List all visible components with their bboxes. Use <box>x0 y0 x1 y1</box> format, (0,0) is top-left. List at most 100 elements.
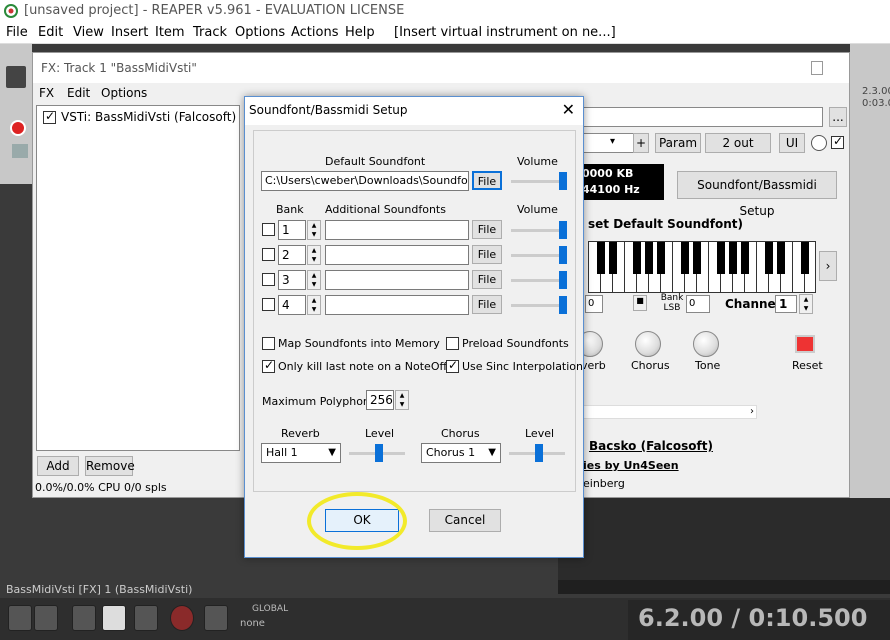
stop-button[interactable] <box>72 605 96 631</box>
bank-1-file-button[interactable]: File <box>472 220 502 239</box>
close-icon[interactable]: ✕ <box>562 100 575 119</box>
record-arm-icon[interactable] <box>10 120 26 136</box>
ui-button[interactable]: UI <box>779 133 805 153</box>
menu-help[interactable]: Help <box>345 25 375 40</box>
bank-2-checkbox[interactable] <box>262 248 275 261</box>
reset-label[interactable]: Reset <box>792 359 823 372</box>
black-key[interactable] <box>765 242 773 274</box>
menu-insert[interactable]: Insert <box>111 25 148 40</box>
bank-4-number[interactable]: 4 <box>278 295 306 315</box>
fx-chain-list[interactable]: VSTi: BassMidiVsti (Falcosoft) <box>36 105 240 451</box>
bank-3-stepper[interactable]: ▲ ▼ <box>307 270 321 290</box>
fx-menu-options[interactable]: Options <box>101 86 147 100</box>
bank-4-volume-slider[interactable] <box>511 295 567 315</box>
bank-4-checkbox[interactable] <box>262 298 275 311</box>
loop-button[interactable] <box>204 605 228 631</box>
preset-more-button[interactable]: ... <box>829 107 847 127</box>
fx-menu-fx[interactable]: FX <box>39 86 54 100</box>
fx-icon[interactable] <box>12 144 28 158</box>
program-stepper[interactable]: ■ <box>633 295 647 311</box>
menu-actions[interactable]: Actions <box>291 25 339 40</box>
remove-fx-button[interactable]: Remove <box>85 456 135 476</box>
plugin-enable-checkbox[interactable] <box>43 109 56 124</box>
menu-view[interactable]: View <box>73 25 104 40</box>
first-aid-icon[interactable] <box>795 335 815 353</box>
menu-insert-vi-hint[interactable]: [Insert virtual instrument on ne...] <box>394 25 616 40</box>
cancel-button[interactable]: Cancel <box>429 509 501 532</box>
chorus-level-slider[interactable] <box>509 443 565 463</box>
default-volume-slider[interactable] <box>511 171 567 191</box>
bank-1-stepper[interactable]: ▲ ▼ <box>307 220 321 240</box>
bank-lsb-field[interactable]: 0 <box>686 295 710 313</box>
bank-1-checkbox[interactable] <box>262 223 275 236</box>
tone-knob[interactable] <box>693 331 719 357</box>
black-key[interactable] <box>681 242 689 274</box>
bank-3-file-button[interactable]: File <box>472 270 502 289</box>
credit-libs-link[interactable]: ies by Un4Seen <box>583 459 679 472</box>
bank-3-number[interactable]: 3 <box>278 270 306 290</box>
add-preset-button[interactable]: + <box>633 133 649 153</box>
pin-icon[interactable] <box>811 61 823 75</box>
sinc-interpolation-checkbox[interactable] <box>446 358 459 373</box>
black-key[interactable] <box>633 242 641 274</box>
play-button[interactable] <box>102 605 126 631</box>
black-key[interactable] <box>741 242 749 274</box>
plugin-list-item[interactable]: VSTi: BassMidiVsti (Falcosoft) <box>61 110 236 124</box>
bank-4-stepper[interactable]: ▲ ▼ <box>307 295 321 315</box>
bank-2-file-button[interactable]: File <box>472 245 502 264</box>
bank-1-path[interactable] <box>325 220 469 240</box>
preload-checkbox[interactable] <box>446 337 459 350</box>
black-key[interactable] <box>645 242 653 274</box>
black-key[interactable] <box>801 242 809 274</box>
polyphony-stepper[interactable]: ▲ ▼ <box>395 390 409 410</box>
bank-3-volume-slider[interactable] <box>511 270 567 290</box>
record-button[interactable] <box>170 605 194 631</box>
reverb-level-slider[interactable] <box>349 443 405 463</box>
polyphony-field[interactable]: 256 <box>366 390 394 410</box>
black-key[interactable] <box>777 242 785 274</box>
black-key[interactable] <box>717 242 725 274</box>
sinc-interpolation-label[interactable]: Use Sinc Interpolation <box>462 360 583 373</box>
piano-keyboard[interactable] <box>588 241 816 293</box>
bank-4-path[interactable] <box>325 295 469 315</box>
soundfont-setup-button[interactable]: Soundfont/Bassmidi Setup <box>677 171 837 218</box>
bank-1-number[interactable]: 1 <box>278 220 306 240</box>
bank-1-volume-slider[interactable] <box>511 220 567 240</box>
default-soundfont-path[interactable]: C:\Users\cweber\Downloads\Soundfonts\F <box>261 171 469 191</box>
bank-3-path[interactable] <box>325 270 469 290</box>
black-key[interactable] <box>693 242 701 274</box>
menu-track[interactable]: Track <box>193 25 227 40</box>
global-mode[interactable]: none <box>240 618 265 629</box>
chorus-knob[interactable] <box>635 331 661 357</box>
add-fx-button[interactable]: Add <box>37 456 79 476</box>
bank-2-stepper[interactable]: ▲ ▼ <box>307 245 321 265</box>
menu-file[interactable]: File <box>6 25 28 40</box>
preload-label[interactable]: Preload Soundfonts <box>462 337 569 350</box>
preset-field[interactable] <box>583 107 823 127</box>
chorus-dropdown[interactable]: Chorus 1 ▼ <box>421 443 501 463</box>
pause-button[interactable] <box>134 605 158 631</box>
arrange-area[interactable] <box>558 498 890 590</box>
black-key[interactable] <box>657 242 665 274</box>
menu-options[interactable]: Options <box>235 25 285 40</box>
go-start-button[interactable] <box>8 605 32 631</box>
kill-last-note-checkbox[interactable] <box>262 358 275 373</box>
bank-2-volume-slider[interactable] <box>511 245 567 265</box>
bank-4-file-button[interactable]: File <box>472 295 502 314</box>
plugin-scrollbar[interactable]: › <box>583 405 757 419</box>
bank-2-number[interactable]: 2 <box>278 245 306 265</box>
channel-field[interactable]: 1 <box>775 295 797 313</box>
black-key[interactable] <box>609 242 617 274</box>
menu-edit[interactable]: Edit <box>38 25 63 40</box>
reverb-dropdown[interactable]: Hall 1 ▼ <box>261 443 341 463</box>
horizontal-scrollbar[interactable] <box>558 580 890 594</box>
menu-item[interactable]: Item <box>155 25 185 40</box>
wet-knob-icon[interactable] <box>811 135 827 151</box>
output-button[interactable]: 2 out <box>705 133 771 153</box>
channel-stepper[interactable]: ▲ ▼ <box>799 294 813 314</box>
go-end-button[interactable] <box>34 605 58 631</box>
preset-dropdown[interactable]: ▾ <box>583 133 637 153</box>
keyboard-scroll-right[interactable]: › <box>819 251 837 281</box>
new-track-icon[interactable] <box>6 66 26 88</box>
default-file-button[interactable]: File <box>472 171 502 190</box>
